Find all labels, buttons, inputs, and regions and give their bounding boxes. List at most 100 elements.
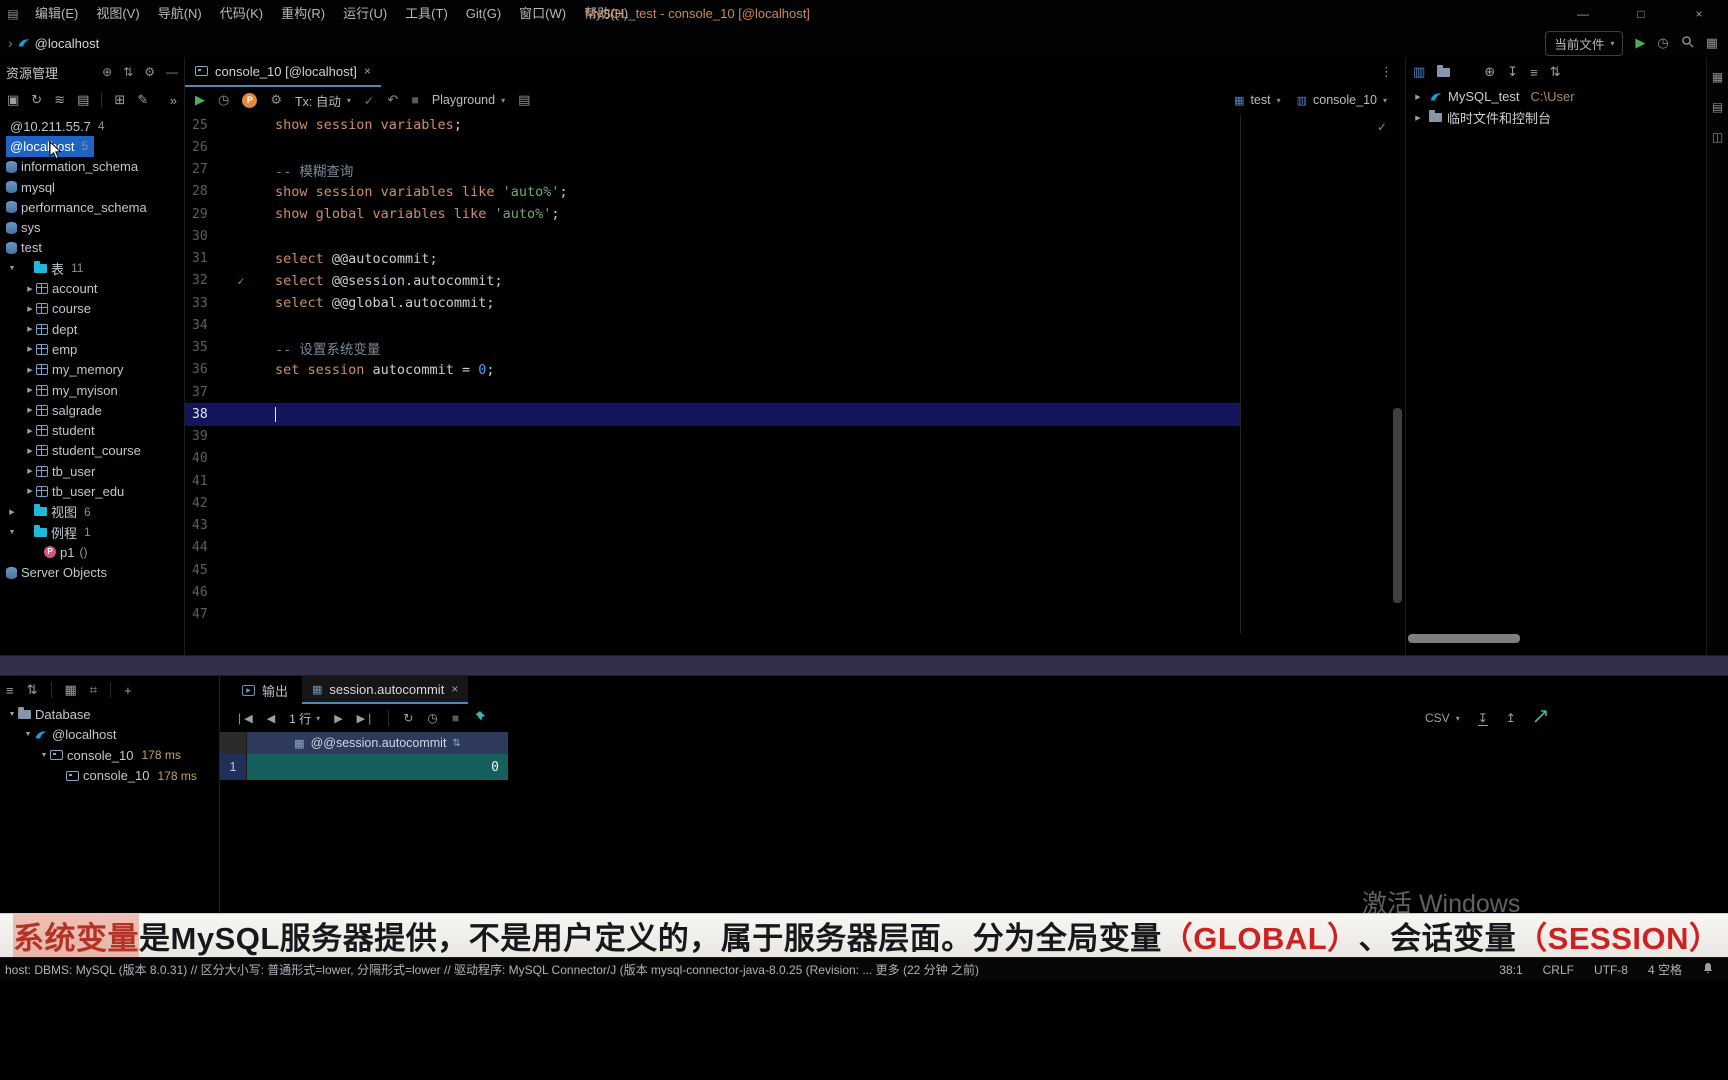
- next-page-icon[interactable]: ▶: [334, 712, 342, 725]
- explorer-item-tb_user_edu[interactable]: ▶ tb_user_edu: [0, 481, 184, 501]
- status-encoding[interactable]: UTF-8: [1594, 963, 1628, 977]
- chevron-right-icon[interactable]: ▶: [1412, 114, 1424, 122]
- chevron-down-icon[interactable]: ▼: [6, 529, 18, 536]
- explorer-item-10211557[interactable]: @10.211.55.7 4: [0, 116, 184, 136]
- explorer-item-my_myison[interactable]: ▶ my_myison: [0, 380, 184, 400]
- inspection-ok-icon[interactable]: ✓: [1377, 120, 1387, 134]
- editor-line-27[interactable]: 27 -- 模糊查询: [185, 159, 1393, 181]
- chevron-right-icon[interactable]: ▶: [24, 447, 36, 455]
- chevron-right-icon[interactable]: ▶: [6, 508, 18, 516]
- status-caret-position[interactable]: 38:1: [1499, 963, 1522, 977]
- schema-selector[interactable]: ▦ test ▾: [1234, 93, 1281, 107]
- stop-icon[interactable]: ■: [411, 93, 419, 107]
- editor-line-34[interactable]: 34: [185, 314, 1393, 336]
- reload-icon[interactable]: ↻: [403, 711, 413, 725]
- structure-tool-icon[interactable]: ◫: [1712, 130, 1723, 144]
- explorer-item-performance_schema[interactable]: performance_schema: [0, 197, 184, 217]
- output-layout-icon[interactable]: ▤: [518, 92, 530, 108]
- refresh-icon[interactable]: ↻: [31, 92, 42, 108]
- chevron-right-icon[interactable]: ▶: [24, 305, 36, 313]
- settings-gear-icon[interactable]: ⚙: [144, 65, 155, 79]
- group-view-icon[interactable]: ▦: [65, 682, 77, 698]
- editor-line-30[interactable]: 30: [185, 225, 1393, 247]
- explorer-item-localhost[interactable]: @localhost 5: [0, 136, 184, 157]
- commit-check-icon[interactable]: ✓: [364, 93, 374, 108]
- tx-mode-selector[interactable]: Tx: 自动 ▾: [295, 91, 351, 110]
- close-tab-icon[interactable]: ×: [451, 682, 458, 696]
- explorer-item-student[interactable]: ▶ student: [0, 420, 184, 440]
- editor-line-42[interactable]: 42: [185, 492, 1393, 514]
- tab-output[interactable]: ▶ 输出: [232, 676, 298, 704]
- editor-line-33[interactable]: 33 select @@global.autocommit;: [185, 292, 1393, 314]
- editor-line-32[interactable]: 32 ✓ select @@session.autocommit;: [185, 270, 1393, 292]
- column-header[interactable]: ▦ @@session.autocommit ⇅: [247, 732, 508, 754]
- editor-line-40[interactable]: 40: [185, 448, 1393, 470]
- service-item-database[interactable]: ▼ Database: [0, 704, 219, 725]
- explorer-item-course[interactable]: ▶ course: [0, 299, 184, 319]
- status-line-ending[interactable]: CRLF: [1543, 963, 1574, 977]
- editor-vertical-scrollbar[interactable]: [1393, 408, 1402, 603]
- editor-line-37[interactable]: 37: [185, 381, 1393, 403]
- editor-line-28[interactable]: 28 show session variables like 'auto%';: [185, 181, 1393, 203]
- chevron-right-icon[interactable]: ▶: [24, 386, 36, 394]
- editor-line-41[interactable]: 41: [185, 470, 1393, 492]
- chevron-down-icon[interactable]: ▼: [38, 752, 50, 759]
- rollback-undo-icon[interactable]: ↶: [387, 92, 398, 108]
- explorer-item-[interactable]: ▼ 表 11: [0, 258, 184, 278]
- download-icon[interactable]: ↧: [1507, 64, 1518, 80]
- chevron-right-icon[interactable]: ▶: [24, 285, 36, 293]
- explorer-item-account[interactable]: ▶ account: [0, 278, 184, 298]
- files-view-icon[interactable]: ▥: [1413, 64, 1425, 80]
- explorer-item-student_course[interactable]: ▶ student_course: [0, 441, 184, 461]
- playground-icon[interactable]: P: [242, 92, 258, 108]
- row-number-cell[interactable]: 1: [220, 754, 247, 780]
- menu-item[interactable]: 编辑(E): [26, 6, 87, 21]
- status-indent-size[interactable]: 4 空格: [1648, 961, 1682, 978]
- chevron-right-icon[interactable]: ▶: [24, 406, 36, 414]
- more-icons-chevrons[interactable]: »: [170, 93, 177, 108]
- row-number-header[interactable]: [220, 732, 247, 754]
- menu-item[interactable]: 重构(R): [272, 6, 334, 21]
- locate-icon[interactable]: ⊕: [1484, 64, 1495, 80]
- chevron-right-icon[interactable]: ▶: [24, 467, 36, 475]
- service-item-console_10[interactable]: ▼ console_10 178 ms: [0, 745, 219, 766]
- explorer-item-dept[interactable]: ▶ dept: [0, 319, 184, 339]
- run-button[interactable]: ▶: [1635, 35, 1645, 51]
- explorer-item-p1[interactable]: Pp1 (): [0, 542, 184, 562]
- editor-line-44[interactable]: 44: [185, 537, 1393, 559]
- files-horizontal-scrollbar[interactable]: [1408, 634, 1520, 643]
- page-size-selector[interactable]: 1 行 ▾: [289, 710, 320, 727]
- explorer-item-information_schema[interactable]: information_schema: [0, 157, 184, 177]
- import-upload-icon[interactable]: ↥: [1506, 711, 1516, 725]
- editor-line-36[interactable]: 36 set session autocommit = 0;: [185, 359, 1393, 381]
- horizontal-splitter[interactable]: [0, 655, 1728, 676]
- explorer-item-serverobjects[interactable]: Server Objects: [0, 563, 184, 583]
- database-tool-icon[interactable]: ▦: [1712, 70, 1723, 84]
- chevron-down-icon[interactable]: ▼: [6, 711, 18, 718]
- main-menu-icon[interactable]: ▤: [0, 7, 26, 21]
- tab-result-grid[interactable]: ▦ session.autocommit ×: [302, 676, 469, 704]
- menu-item[interactable]: 运行(U): [334, 6, 396, 21]
- playground-mode-selector[interactable]: Playground ▾: [432, 93, 505, 107]
- first-page-icon[interactable]: ❘◀: [235, 712, 253, 725]
- collapse-icon[interactable]: ≡: [6, 683, 14, 698]
- session-selector[interactable]: ▥ console_10 ▾: [1297, 93, 1387, 107]
- export-format-selector[interactable]: CSV ▾: [1425, 711, 1460, 725]
- connection-status-text[interactable]: host: DBMS: MySQL (版本 8.0.31) // 区分大小写: …: [0, 961, 979, 978]
- files-scratches-row[interactable]: ▶ 临时文件和控制台: [1406, 107, 1706, 128]
- profiler-icon[interactable]: ◷: [1657, 35, 1668, 51]
- explorer-item-sys[interactable]: sys: [0, 217, 184, 237]
- history-clock-icon[interactable]: ◷: [218, 92, 229, 108]
- files-tool-icon[interactable]: ▤: [1712, 100, 1723, 114]
- folder-icon[interactable]: [1437, 64, 1451, 77]
- chevron-right-icon[interactable]: ▶: [24, 325, 36, 333]
- editor-line-38[interactable]: 38: [185, 403, 1393, 426]
- menu-item[interactable]: Git(G): [457, 6, 510, 21]
- explorer-item-[interactable]: ▶ 视图 6: [0, 502, 184, 522]
- minimize-button[interactable]: —: [1554, 0, 1612, 28]
- explorer-item-my_memory[interactable]: ▶ my_memory: [0, 360, 184, 380]
- editor-line-25[interactable]: 25 show session variables;: [185, 114, 1393, 136]
- chevron-right-icon[interactable]: ▶: [24, 366, 36, 374]
- explorer-item-tb_user[interactable]: ▶ tb_user: [0, 461, 184, 481]
- hide-panel-icon[interactable]: —: [166, 65, 178, 79]
